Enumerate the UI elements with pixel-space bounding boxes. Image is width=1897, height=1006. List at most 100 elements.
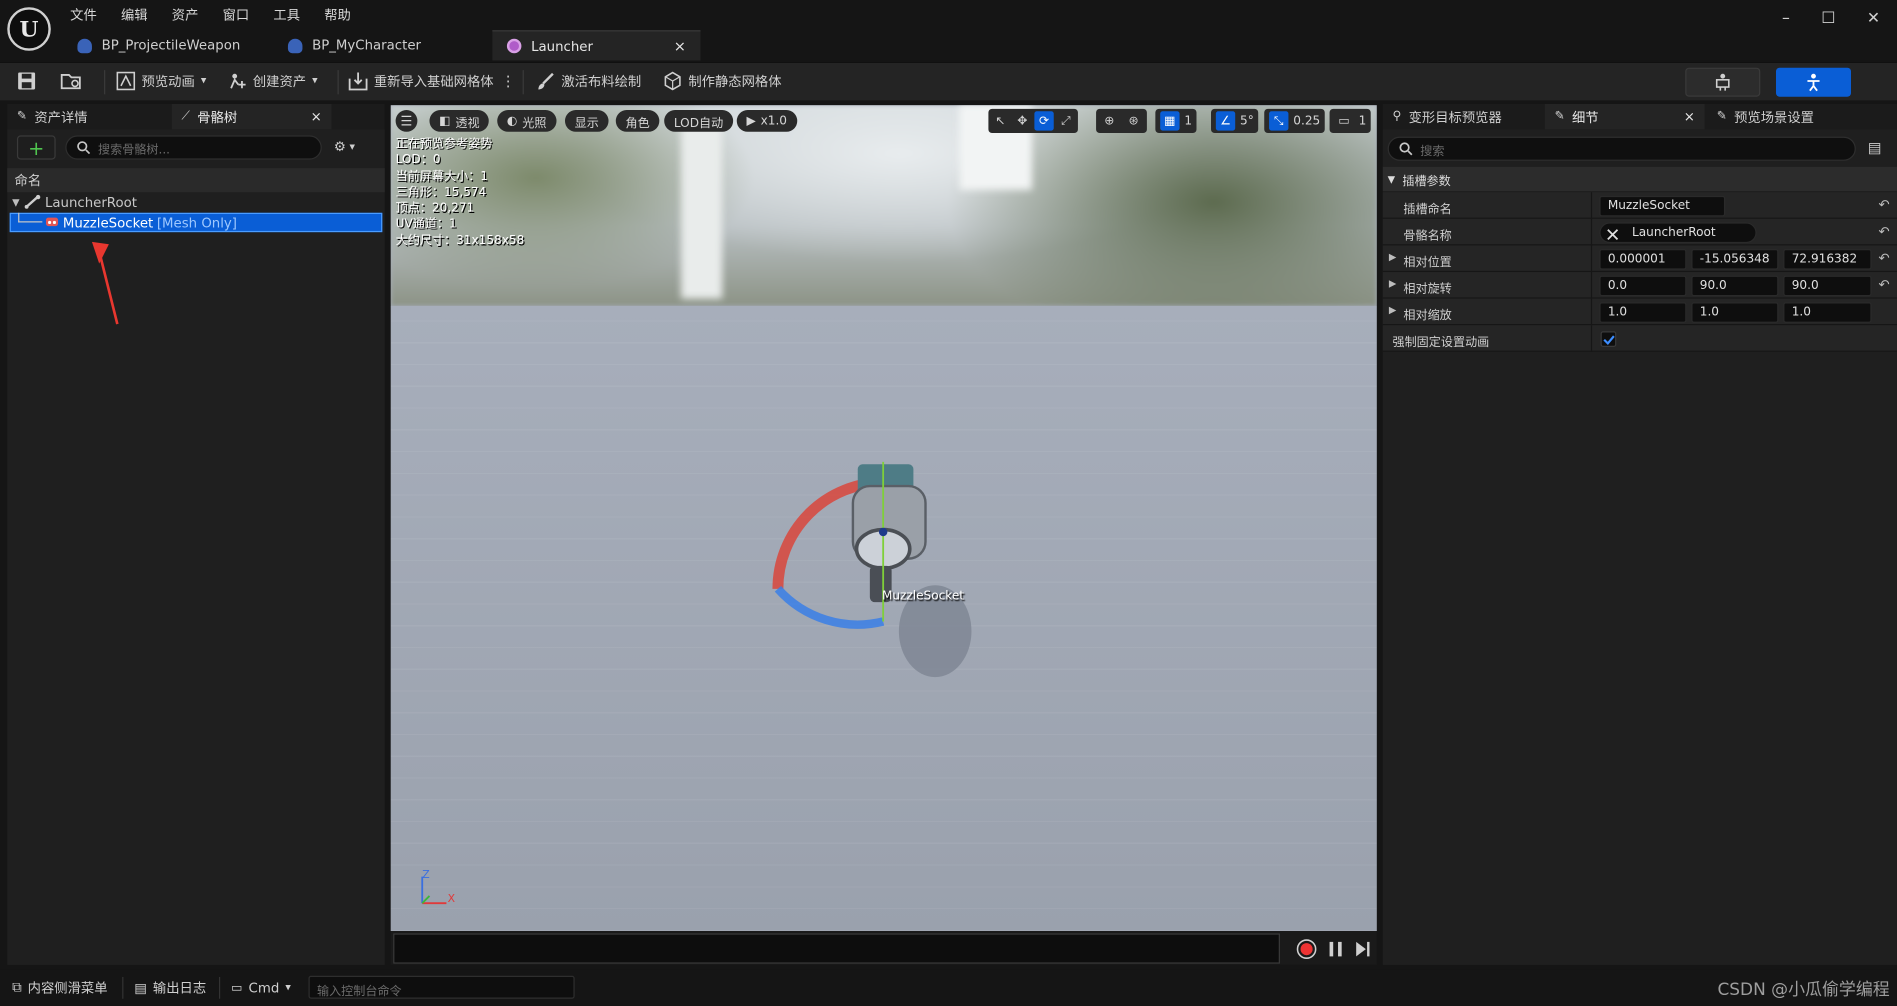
- reset-icon[interactable]: ↶: [1879, 197, 1890, 213]
- details-search-input[interactable]: 搜索: [1387, 136, 1856, 161]
- reimport-icon: [348, 72, 368, 91]
- angle-snap[interactable]: ∠ 5°: [1211, 108, 1259, 134]
- scale-y-field[interactable]: 1.0: [1691, 302, 1779, 323]
- skeleton-mode-button[interactable]: [1685, 67, 1761, 97]
- close-tab-icon[interactable]: ×: [674, 37, 686, 54]
- tree-item-muzzlesocket[interactable]: MuzzleSocket [Mesh Only]: [9, 212, 383, 233]
- rotation-z-field[interactable]: 90.0: [1783, 275, 1872, 297]
- character-button[interactable]: 角色: [615, 110, 660, 132]
- rotate-icon[interactable]: ⟳: [1034, 111, 1054, 131]
- playback-speed-button[interactable]: ▶ x1.0: [736, 110, 797, 132]
- make-static-mesh-button[interactable]: 制作静态网格体: [663, 67, 782, 96]
- tab-bp-mycharacter[interactable]: BP_MyCharacter: [273, 30, 435, 60]
- pause-icon[interactable]: [1327, 939, 1344, 958]
- annotation-arrow: [91, 241, 119, 325]
- menu-asset[interactable]: 资产: [172, 5, 199, 24]
- world-local-icon[interactable]: ⊕: [1100, 111, 1119, 130]
- menu-help[interactable]: 帮助: [324, 5, 351, 24]
- expand-arrow-icon[interactable]: ▶: [1389, 251, 1396, 262]
- surface-snap-icon[interactable]: ⊛: [1124, 111, 1143, 130]
- expand-arrow-icon[interactable]: ▶: [1389, 278, 1396, 289]
- tab-skeleton-tree[interactable]: ⟋ 骨骼树 ×: [171, 103, 332, 130]
- lod-button[interactable]: LOD自动: [664, 110, 733, 132]
- viewport-options-button[interactable]: ☰: [395, 110, 418, 132]
- console-icon: ▭: [231, 981, 243, 995]
- show-button[interactable]: 显示: [564, 110, 609, 132]
- tab-morph-target-previewer[interactable]: ⚲ 变形目标预览器: [1383, 104, 1543, 129]
- expand-arrow-icon[interactable]: ▶: [1389, 305, 1396, 316]
- scale-x-field[interactable]: 1.0: [1599, 302, 1687, 323]
- bone-clear-icon[interactable]: [1607, 229, 1619, 241]
- section-socket-params[interactable]: ▼ 插槽参数: [1382, 166, 1897, 192]
- reset-icon[interactable]: ↶: [1879, 277, 1890, 293]
- scale-icon[interactable]: ⤢: [1056, 111, 1075, 130]
- tab-label: 变形目标预览器: [1408, 109, 1502, 126]
- reset-icon[interactable]: ↶: [1879, 224, 1890, 240]
- step-forward-icon[interactable]: [1354, 939, 1371, 958]
- add-bone-button[interactable]: +: [16, 135, 56, 160]
- output-log-button[interactable]: ▤ 输出日志: [134, 976, 206, 1000]
- maximize-icon[interactable]: ☐: [1821, 10, 1835, 28]
- location-z-field[interactable]: 72.916382: [1783, 249, 1872, 270]
- unreal-logo-icon[interactable]: U: [7, 7, 51, 51]
- launcher-mesh-with-gizmo[interactable]: [754, 450, 996, 680]
- rotation-gizmo-blue[interactable]: [774, 585, 885, 629]
- rotation-x-field[interactable]: 0.0: [1599, 275, 1687, 297]
- content-drawer-button[interactable]: ⧉ 内容侧滑菜单: [12, 976, 107, 1000]
- close-window-icon[interactable]: ✕: [1867, 10, 1880, 28]
- viewport-3d[interactable]: ☰ ◧ 透视 ◐ 光照 显示 角色 LOD自动 ▶ x1.0 ↖ ✥ ⟳ ⤢ ⊕…: [390, 105, 1377, 932]
- tab-launcher[interactable]: Launcher ×: [492, 30, 701, 61]
- console-input[interactable]: 输入控制台命令: [308, 975, 575, 999]
- lighting-button[interactable]: ◐ 光照: [497, 110, 557, 132]
- more-options-icon[interactable]: ⋮: [501, 73, 516, 90]
- socket-name-field[interactable]: MuzzleSocket: [1599, 195, 1726, 217]
- save-button[interactable]: [17, 67, 36, 96]
- rotation-y-field[interactable]: 90.0: [1691, 275, 1779, 297]
- select-icon[interactable]: ↖: [991, 111, 1010, 130]
- timeline-track[interactable]: [393, 933, 1280, 964]
- skeleton-search-input[interactable]: 搜索骨骼树...: [65, 135, 322, 160]
- title-bar: U 文件 编辑 资产 窗口 工具 帮助 BP_ProjectileWeapon …: [0, 0, 1897, 61]
- force-anim-checkbox[interactable]: [1600, 331, 1617, 348]
- preview-anim-label: 预览动画: [141, 73, 195, 90]
- tab-preview-scene-settings[interactable]: ✎ 预览场景设置: [1707, 104, 1867, 129]
- tab-asset-details[interactable]: ✎ 资产详情: [7, 104, 167, 129]
- translate-icon[interactable]: ✥: [1013, 111, 1032, 130]
- record-icon[interactable]: [1296, 938, 1318, 960]
- grid-snap[interactable]: ▦ 1: [1155, 108, 1197, 134]
- menu-file[interactable]: 文件: [70, 5, 97, 24]
- left-panel: ✎ 资产详情 ⟋ 骨骼树 × + 搜索骨骼树... ⚙ ▾ 命名 ▼ Launch…: [7, 103, 385, 965]
- perspective-button[interactable]: ◧ 透视: [429, 110, 490, 132]
- tree-item-launcherroot[interactable]: ▼ LauncherRoot: [10, 192, 383, 211]
- close-tab-icon[interactable]: ×: [311, 109, 322, 125]
- mesh-mode-button[interactable]: [1775, 67, 1851, 97]
- reset-icon[interactable]: ↶: [1879, 250, 1890, 266]
- camera-speed[interactable]: ▭ 1: [1329, 108, 1372, 134]
- tab-details[interactable]: ✎ 细节 ×: [1544, 103, 1705, 130]
- browse-asset-button[interactable]: [60, 67, 82, 96]
- tab-bp-projectileweapon[interactable]: BP_ProjectileWeapon: [63, 30, 255, 60]
- scale-z-field[interactable]: 1.0: [1783, 302, 1872, 323]
- location-x-field[interactable]: 0.000001: [1599, 249, 1687, 270]
- location-y-field[interactable]: -15.056348: [1691, 249, 1779, 270]
- search-placeholder: 搜索: [1420, 144, 1445, 158]
- close-tab-icon[interactable]: ×: [1684, 109, 1695, 125]
- collapse-arrow-icon: ▼: [1387, 173, 1396, 185]
- activate-cloth-paint-button[interactable]: 激活布料绘制: [536, 67, 641, 96]
- bone-name-combo[interactable]: LauncherRoot: [1599, 222, 1757, 244]
- expand-arrow-icon[interactable]: ▼: [12, 196, 19, 207]
- property-matrix-icon[interactable]: ▤: [1868, 139, 1882, 156]
- create-asset-button[interactable]: 创建资产 ▾: [227, 67, 318, 96]
- menu-tools[interactable]: 工具: [273, 5, 300, 24]
- main-toolbar: 预览动画 ▾ 创建资产 ▾ 重新导入基础网格体 ⋮ 激活布料绘制 制作静态网格体: [0, 61, 1897, 101]
- create-asset-icon: [230, 73, 246, 89]
- minimize-icon[interactable]: –: [1782, 10, 1790, 28]
- settings-button[interactable]: ⚙ ▾: [334, 139, 355, 155]
- window-controls: – ☐ ✕: [1782, 10, 1880, 28]
- reimport-mesh-button[interactable]: 重新导入基础网格体: [348, 67, 494, 96]
- menu-edit[interactable]: 编辑: [121, 5, 148, 24]
- preview-anim-button[interactable]: 预览动画 ▾: [116, 67, 206, 96]
- scale-snap[interactable]: ⤡ 0.25: [1264, 108, 1326, 134]
- menu-window[interactable]: 窗口: [223, 5, 250, 24]
- cmd-dropdown[interactable]: ▭ Cmd ▾: [231, 976, 291, 1000]
